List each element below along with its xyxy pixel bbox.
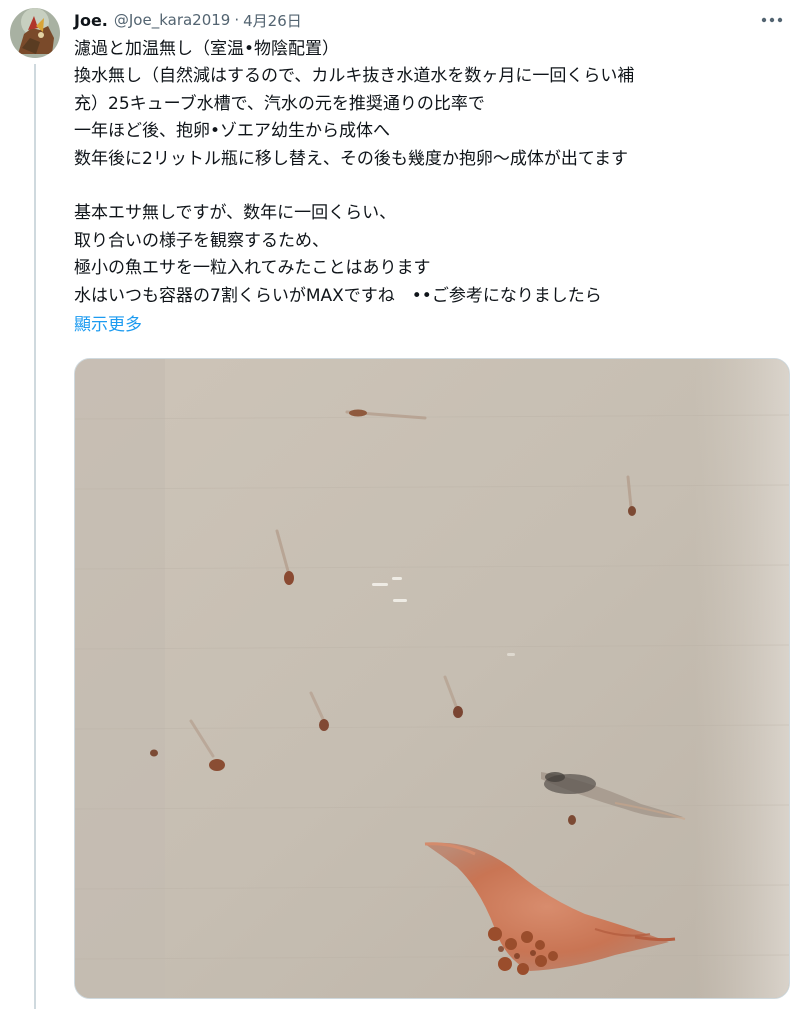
- tweet-header: Joe. @Joe_kara2019 · 4月26日: [74, 8, 302, 32]
- avatar-image: [10, 8, 60, 58]
- separator-dot: ·: [234, 11, 240, 29]
- tweet-date[interactable]: 4月26日: [243, 10, 302, 31]
- tweet-photo[interactable]: [74, 358, 790, 999]
- tweet[interactable]: Joe. @Joe_kara2019 · 4月26日 濾過と加温無し（室温•物陰…: [0, 0, 799, 1009]
- tweet-text-line: 極小の魚エサを一粒入れてみたことはあります: [74, 258, 431, 279]
- thread-line: [34, 64, 36, 1009]
- tweet-text-line: 取り合いの様子を観察するため、: [74, 230, 329, 251]
- display-name[interactable]: Joe.: [74, 11, 108, 30]
- tweet-text-line: 数年後に2リットル瓶に移し替え、その後も幾度か抱卵〜成体が出てます: [74, 148, 628, 169]
- tweet-text: 濾過と加温無し（室温•物陰配置） 換水無し（自然減はするので、カルキ抜き水道水を…: [74, 36, 789, 310]
- tweet-text-line: 一年ほど後、抱卵•ゾエア幼生から成体へ: [74, 121, 391, 142]
- tweet-text-line: 水はいつも容器の7割くらいがMAXですね ••ご参考になりましたら: [74, 285, 602, 306]
- user-handle[interactable]: @Joe_kara2019: [114, 11, 230, 29]
- tweet-text-blank-line: [74, 173, 789, 200]
- more-dots-icon: [761, 17, 783, 23]
- larva-7: [150, 749, 158, 757]
- larva-8: [568, 815, 576, 825]
- avatar[interactable]: [10, 8, 60, 58]
- tweet-text-line: 換水無し（自然減はするので、カルキ抜き水道水を数ヶ月に一回くらい補: [74, 66, 635, 87]
- shrimp-photo: [75, 359, 789, 998]
- tweet-text-line: 基本エサ無しですが、数年に一回くらい、: [74, 203, 397, 224]
- more-options-button[interactable]: [759, 8, 785, 32]
- show-more-link[interactable]: 顯示更多: [74, 312, 142, 339]
- tweet-text-line: 濾過と加温無し（室温•物陰配置）: [74, 39, 340, 59]
- tweet-text-line: 充）25キューブ水槽で、汽水の元を推奨通りの比率で: [74, 93, 485, 114]
